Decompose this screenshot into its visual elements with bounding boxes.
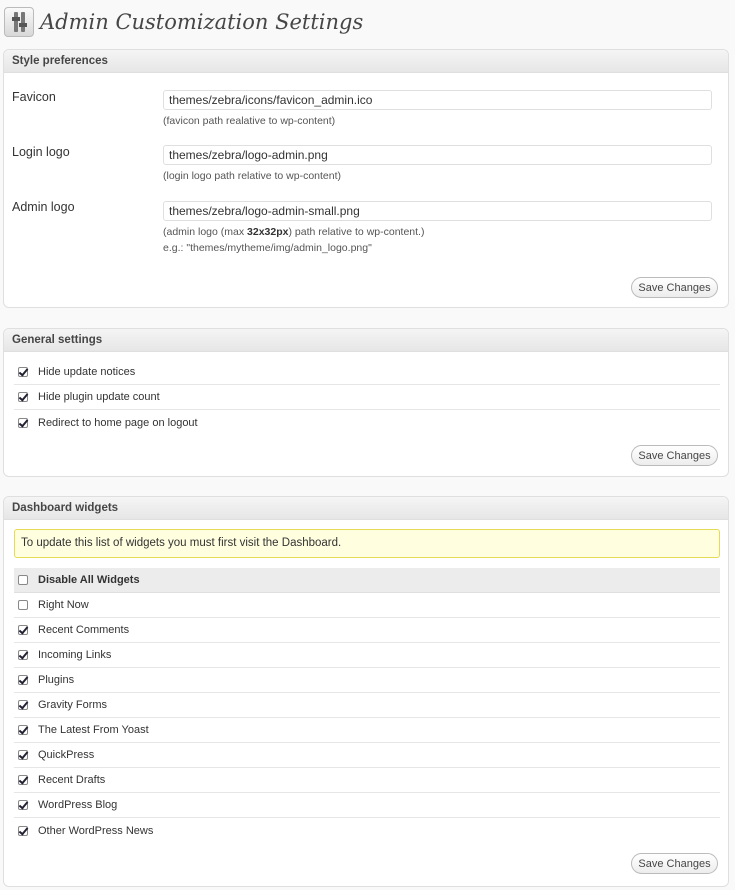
disable-all-row[interactable]: Disable All Widgets [14, 568, 720, 593]
style-preferences-title: Style preferences [4, 50, 728, 73]
checkbox-checked[interactable] [18, 700, 28, 710]
hide-plugin-update-count-label: Hide plugin update count [38, 391, 160, 403]
admin-logo-label: Admin logo [12, 200, 75, 214]
checkbox-unchecked[interactable] [18, 575, 28, 585]
widget-label: Recent Comments [38, 624, 130, 636]
widget-label: Recent Drafts [38, 774, 106, 786]
favicon-description: (favicon path realative to wp-content) [163, 115, 336, 127]
login-logo-input[interactable] [163, 145, 712, 165]
admin-logo-description: (admin logo (max 32x32px) path relative … [163, 226, 425, 238]
login-logo-description: (login logo path relative to wp-content) [163, 170, 342, 182]
dashboard-widgets-panel: Dashboard widgets To update this list of… [3, 496, 729, 887]
admin-logo-example: e.g.: "themes/mytheme/img/admin_logo.png… [163, 242, 372, 254]
widget-label: Other WordPress News [38, 824, 154, 837]
general-save-button[interactable]: Save Changes [631, 445, 718, 466]
checkbox-checked[interactable] [18, 367, 28, 377]
list-item[interactable]: Hide update notices [14, 360, 720, 385]
checkbox-checked[interactable] [18, 650, 28, 660]
hide-update-notices-label: Hide update notices [38, 366, 136, 378]
list-item[interactable]: Hide plugin update count [14, 385, 720, 410]
list-item[interactable]: WordPress Blog [14, 793, 720, 818]
list-item[interactable]: Other WordPress News [14, 818, 720, 843]
widget-label: Incoming Links [38, 649, 112, 661]
list-item[interactable]: The Latest From Yoast [14, 718, 720, 743]
list-item[interactable]: Gravity Forms [14, 693, 720, 718]
checkbox-checked[interactable] [18, 417, 28, 428]
checkbox-checked[interactable] [18, 825, 28, 836]
widget-label: Right Now [38, 599, 89, 611]
dashboard-widgets-title: Dashboard widgets [4, 497, 728, 520]
style-save-button[interactable]: Save Changes [631, 277, 718, 298]
checkbox-checked[interactable] [18, 625, 28, 635]
checkbox-checked[interactable] [18, 392, 28, 402]
checkbox-checked[interactable] [18, 675, 28, 685]
widgets-save-button[interactable]: Save Changes [631, 853, 718, 874]
general-settings-list: Hide update notices Hide plugin update c… [14, 360, 720, 435]
page-title: Admin Customization Settings [40, 10, 364, 34]
general-settings-panel: General settings Hide update notices Hid… [3, 328, 729, 477]
update-notice: To update this list of widgets you must … [14, 529, 720, 558]
widget-label: The Latest From Yoast [38, 724, 149, 736]
checkbox-checked[interactable] [18, 800, 28, 810]
list-item[interactable]: Incoming Links [14, 643, 720, 668]
list-item[interactable]: Recent Drafts [14, 768, 720, 793]
settings-sliders-icon [4, 7, 34, 37]
checkbox-checked[interactable] [18, 775, 28, 785]
widget-label: QuickPress [38, 749, 95, 761]
list-item[interactable]: Redirect to home page on logout [14, 410, 720, 435]
redirect-home-label: Redirect to home page on logout [38, 416, 198, 429]
favicon-label: Favicon [12, 90, 56, 104]
widget-label: WordPress Blog [38, 799, 118, 811]
favicon-input[interactable] [163, 90, 712, 110]
checkbox-unchecked[interactable] [18, 600, 28, 610]
widgets-list: Disable All Widgets Right Now Recent Com… [14, 568, 720, 843]
admin-logo-input[interactable] [163, 201, 712, 221]
list-item[interactable]: Right Now [14, 593, 720, 618]
list-item[interactable]: Recent Comments [14, 618, 720, 643]
list-item[interactable]: Plugins [14, 668, 720, 693]
checkbox-checked[interactable] [18, 725, 28, 735]
style-preferences-panel: Style preferences Favicon (favicon path … [3, 49, 729, 308]
widget-label: Gravity Forms [38, 699, 108, 711]
general-settings-title: General settings [4, 329, 728, 352]
widget-label: Plugins [38, 674, 75, 686]
login-logo-label: Login logo [12, 145, 70, 159]
page-header: Admin Customization Settings [4, 6, 363, 38]
list-item[interactable]: QuickPress [14, 743, 720, 768]
disable-all-label: Disable All Widgets [38, 574, 140, 586]
checkbox-checked[interactable] [18, 750, 28, 760]
